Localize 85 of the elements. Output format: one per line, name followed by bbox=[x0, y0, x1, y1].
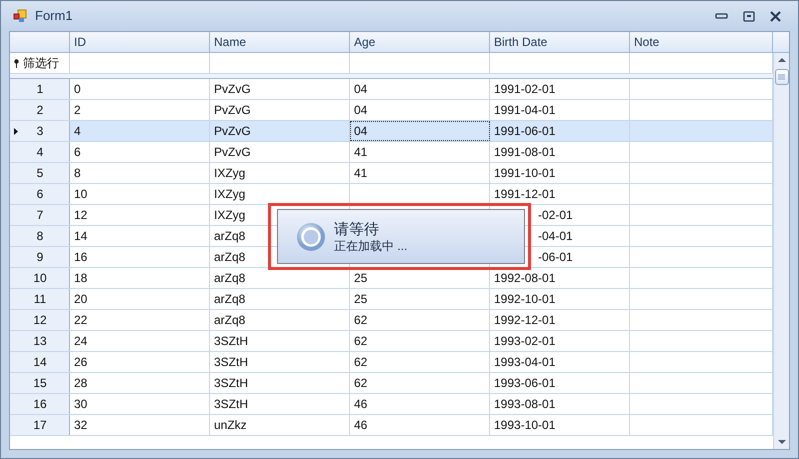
table-cell: 46 bbox=[354, 419, 368, 431]
table-cell: 1991-02-01 bbox=[494, 83, 556, 95]
table-cell: 1993-10-01 bbox=[494, 419, 556, 431]
table-cell: 41 bbox=[354, 146, 368, 158]
table-cell: 16 bbox=[74, 251, 88, 263]
row-number: 6 bbox=[36, 186, 44, 203]
table-cell: 32 bbox=[74, 419, 88, 431]
table-cell: 62 bbox=[354, 314, 368, 326]
table-cell: 62 bbox=[354, 377, 368, 389]
row-number: 8 bbox=[36, 228, 44, 245]
table-cell: 1991-04-01 bbox=[494, 104, 556, 116]
table-cell: 41 bbox=[354, 167, 368, 179]
table-cell: PvZvG bbox=[214, 125, 251, 137]
table-cell: -02-01 bbox=[538, 209, 573, 221]
table-cell: 46 bbox=[354, 398, 368, 410]
table-cell: 3SZtH bbox=[214, 377, 248, 389]
table-cell: 1992-08-01 bbox=[494, 272, 556, 284]
row-number: 9 bbox=[36, 249, 44, 266]
table-cell: 1992-10-01 bbox=[494, 293, 556, 305]
table-cell: 26 bbox=[74, 356, 88, 368]
table-cell: 25 bbox=[354, 293, 368, 305]
table-cell: 3SZtH bbox=[214, 398, 248, 410]
table-cell: PvZvG bbox=[214, 83, 251, 95]
table-cell: 1993-04-01 bbox=[494, 356, 556, 368]
table-cell: PvZvG bbox=[214, 104, 251, 116]
table-cell: 6 bbox=[74, 146, 81, 158]
row-number: 14 bbox=[32, 354, 48, 371]
table-cell: 04 bbox=[354, 83, 368, 95]
table-cell: 12 bbox=[74, 209, 88, 221]
table-cell: 1992-12-01 bbox=[494, 314, 556, 326]
table-cell: 04 bbox=[354, 125, 368, 137]
row-number: 16 bbox=[32, 396, 48, 413]
table-cell: 25 bbox=[354, 272, 368, 284]
table-cell: 18 bbox=[74, 272, 88, 284]
table-cell: 28 bbox=[74, 377, 88, 389]
row-number: 3 bbox=[36, 123, 44, 140]
row-number: 5 bbox=[36, 165, 44, 182]
table-cell: -04-01 bbox=[538, 230, 573, 242]
row-number: 4 bbox=[36, 144, 44, 161]
table-cell: arZq8 bbox=[214, 251, 246, 263]
table-cell: arZq8 bbox=[214, 272, 246, 284]
table-cell: PvZvG bbox=[214, 146, 251, 158]
row-number: 15 bbox=[32, 375, 48, 392]
row-number: 1 bbox=[36, 81, 44, 98]
table-cell: 22 bbox=[74, 314, 88, 326]
row-number: 7 bbox=[36, 207, 44, 224]
row-number: 12 bbox=[32, 312, 48, 329]
row-number: 10 bbox=[32, 270, 48, 287]
table-cell: arZq8 bbox=[214, 314, 246, 326]
table-cell: 4 bbox=[74, 125, 81, 137]
table-cell: 1991-08-01 bbox=[494, 146, 556, 158]
table-cell: arZq8 bbox=[214, 293, 246, 305]
table-cell: arZq8 bbox=[214, 230, 246, 242]
dialog-message: 正在加载中 ... bbox=[334, 238, 408, 252]
table-cell: 10 bbox=[74, 188, 88, 200]
table-cell: 1991-06-01 bbox=[494, 125, 556, 137]
table-cell: 1991-10-01 bbox=[494, 167, 556, 179]
table-cell: 0 bbox=[74, 83, 81, 95]
table-cell: 62 bbox=[354, 335, 368, 347]
filter-row-label: 筛选行 bbox=[23, 55, 59, 72]
table-cell: IXZyg bbox=[214, 188, 246, 200]
table-cell: IXZyg bbox=[214, 167, 246, 179]
table-cell: 3SZtH bbox=[214, 356, 248, 368]
row-number: 17 bbox=[32, 417, 48, 434]
table-cell: 30 bbox=[74, 398, 88, 410]
table-cell: -06-01 bbox=[538, 251, 573, 263]
dialog-title: 请等待 bbox=[334, 220, 380, 238]
table-cell: 1991-12-01 bbox=[494, 188, 556, 200]
table-cell: 14 bbox=[74, 230, 88, 242]
table-cell: 20 bbox=[74, 293, 88, 305]
table-cell: 1993-06-01 bbox=[494, 377, 556, 389]
row-number: 13 bbox=[32, 333, 48, 350]
table-cell: 24 bbox=[74, 335, 88, 347]
table-cell: 04 bbox=[354, 104, 368, 116]
table-cell: 8 bbox=[74, 167, 81, 179]
row-number: 2 bbox=[36, 102, 44, 119]
table-cell: 2 bbox=[74, 104, 81, 116]
table-cell: 1993-02-01 bbox=[494, 335, 556, 347]
table-cell: unZkz bbox=[214, 419, 247, 431]
table-cell: 1993-08-01 bbox=[494, 398, 556, 410]
row-number: 11 bbox=[32, 291, 48, 308]
table-cell: 3SZtH bbox=[214, 335, 248, 347]
table-cell: 62 bbox=[354, 356, 368, 368]
window-title: Form1 bbox=[35, 7, 73, 26]
table-cell: IXZyg bbox=[214, 209, 246, 221]
